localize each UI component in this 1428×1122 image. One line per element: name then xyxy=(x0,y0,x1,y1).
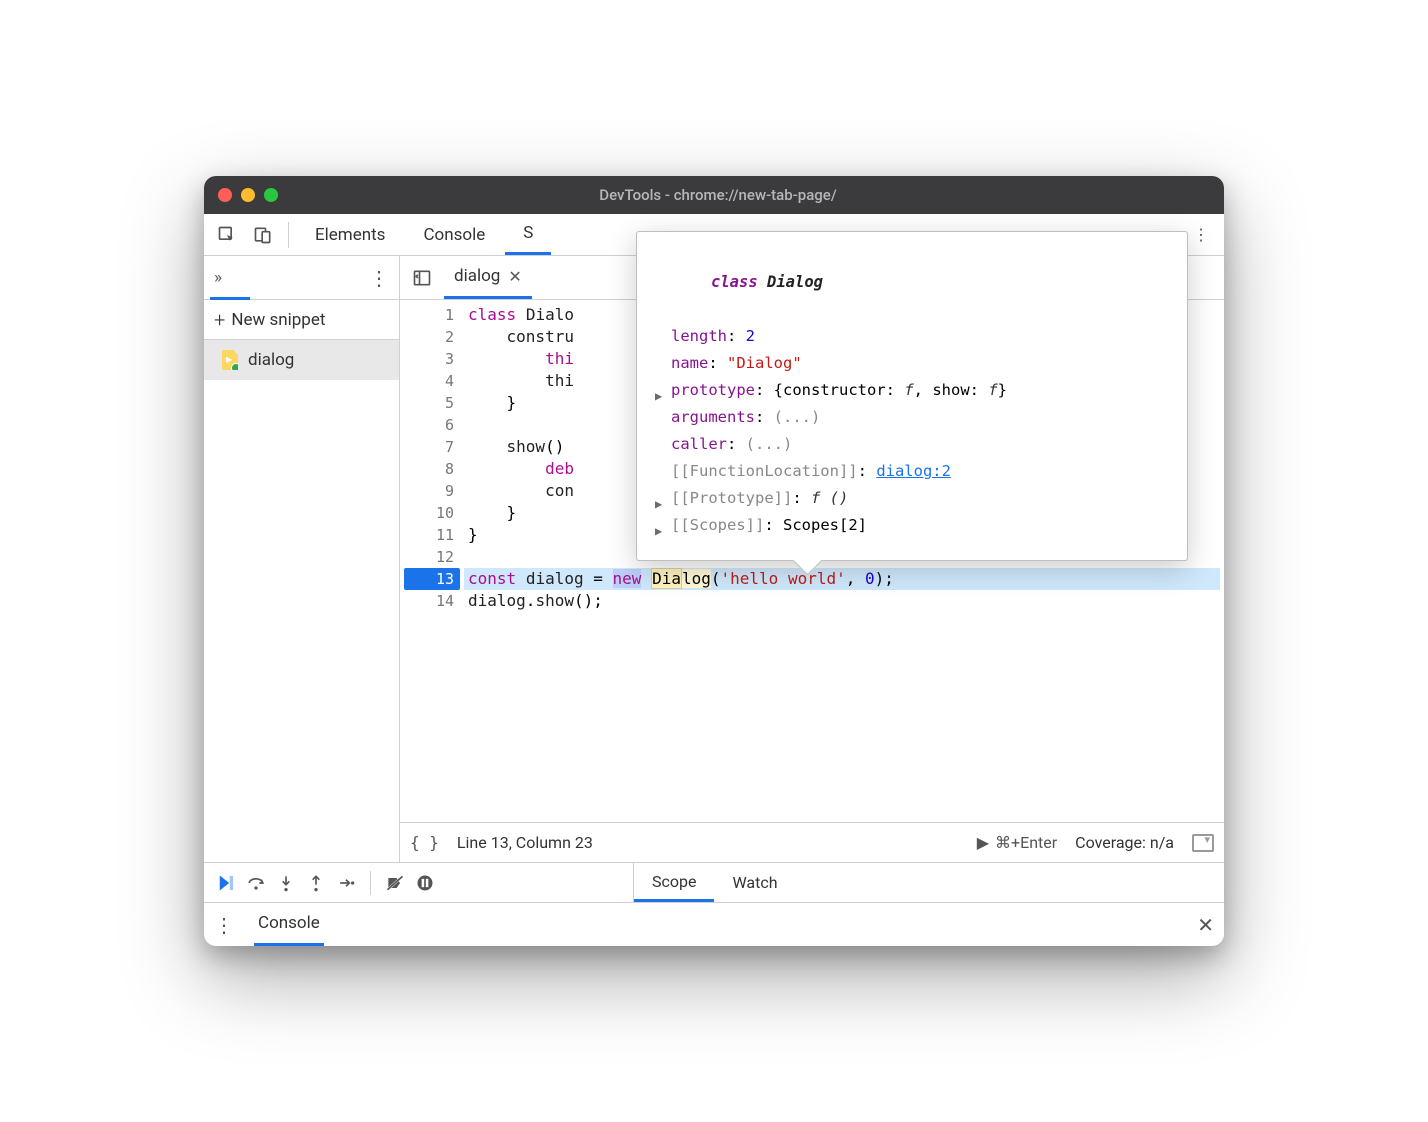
line-number[interactable]: 3 xyxy=(404,348,454,370)
tab-console[interactable]: Console xyxy=(405,214,503,255)
line-number[interactable]: 14 xyxy=(404,590,454,612)
popover-property[interactable]: ▶[[Scopes]]: Scopes[2] xyxy=(651,512,1181,539)
play-icon: ▶ xyxy=(977,833,989,852)
line-number[interactable]: 1 xyxy=(404,304,454,326)
debugger-row: Scope Watch xyxy=(204,862,1224,902)
tab-watch[interactable]: Watch xyxy=(714,863,795,902)
step-over-button[interactable] xyxy=(246,873,266,893)
divider xyxy=(288,222,289,248)
snippets-sidebar: » ⋮ + New snippet dialog xyxy=(204,256,400,862)
close-tab-icon[interactable]: ✕ xyxy=(508,267,521,286)
line-number[interactable]: 8 xyxy=(404,458,454,480)
editor-tab-label: dialog xyxy=(454,266,500,286)
titlebar: DevTools - chrome://new-tab-page/ xyxy=(204,176,1224,214)
close-drawer-icon[interactable]: ✕ xyxy=(1197,913,1214,937)
devtools-window: DevTools - chrome://new-tab-page/ Elemen… xyxy=(204,176,1224,946)
traffic-lights xyxy=(218,188,278,202)
sidebar-overflow-icon[interactable]: » xyxy=(214,268,361,288)
tab-sources[interactable]: S xyxy=(505,214,551,255)
snippet-name: dialog xyxy=(248,350,294,370)
code-line[interactable]: dialog.show(); xyxy=(468,590,1220,612)
editor-tab-dialog[interactable]: dialog ✕ xyxy=(444,256,532,299)
snippet-item[interactable]: dialog xyxy=(204,340,399,380)
deactivate-breakpoints-button[interactable] xyxy=(385,873,405,893)
snippet-file-icon xyxy=(222,350,238,370)
step-into-button[interactable] xyxy=(276,873,296,893)
line-number[interactable]: 2 xyxy=(404,326,454,348)
line-number[interactable]: 4 xyxy=(404,370,454,392)
line-number[interactable]: 5 xyxy=(404,392,454,414)
line-number[interactable]: 13 xyxy=(404,568,460,590)
sidebar-tabs: » ⋮ xyxy=(204,256,399,300)
line-number[interactable]: 12 xyxy=(404,546,454,568)
divider xyxy=(370,871,371,895)
sidebar-kebab-icon[interactable]: ⋮ xyxy=(369,266,389,290)
code-line[interactable]: const dialog = new Dialog('hello world',… xyxy=(464,568,1220,590)
line-number[interactable]: 11 xyxy=(404,524,454,546)
line-number[interactable]: 10 xyxy=(404,502,454,524)
resume-button[interactable] xyxy=(216,873,236,893)
new-snippet-button[interactable]: + New snippet xyxy=(204,300,399,340)
drawer-kebab-icon[interactable]: ⋮ xyxy=(214,913,234,937)
popover-property[interactable]: ▶[[Prototype]]: f () xyxy=(651,485,1181,512)
line-number[interactable]: 9 xyxy=(404,480,454,502)
pretty-print-button[interactable]: { } xyxy=(410,833,439,852)
step-button[interactable] xyxy=(336,873,356,893)
line-number[interactable]: 6 xyxy=(404,414,454,436)
line-number[interactable]: 7 xyxy=(404,436,454,458)
object-preview-popover: class Dialog length: 2name: "Dialog"▶pro… xyxy=(636,231,1188,561)
popover-property[interactable]: [[FunctionLocation]]: dialog:2 xyxy=(651,458,1181,485)
popover-property[interactable]: name: "Dialog" xyxy=(651,350,1181,377)
toggle-element-inspector-icon[interactable] xyxy=(210,218,244,252)
run-snippet-button[interactable]: ▶ ⌘+Enter xyxy=(977,833,1057,852)
source-link[interactable]: dialog:2 xyxy=(876,462,951,480)
step-out-button[interactable] xyxy=(306,873,326,893)
navigator-toggle-icon[interactable] xyxy=(406,262,438,294)
coverage-label: Coverage: n/a xyxy=(1075,833,1174,852)
drawer-tab-console[interactable]: Console xyxy=(254,903,324,946)
minimize-window-button[interactable] xyxy=(241,188,255,202)
toggle-device-toolbar-icon[interactable] xyxy=(246,218,280,252)
zoom-window-button[interactable] xyxy=(264,188,278,202)
popover-property[interactable]: length: 2 xyxy=(651,323,1181,350)
close-window-button[interactable] xyxy=(218,188,232,202)
pause-on-exceptions-button[interactable] xyxy=(415,873,435,893)
editor-options-icon[interactable] xyxy=(1192,834,1214,852)
run-shortcut: ⌘+Enter xyxy=(995,833,1057,852)
popover-property[interactable]: ▶prototype: {constructor: f, show: f} xyxy=(651,377,1181,404)
line-gutter: 1234567891011121314 xyxy=(400,300,464,822)
expand-triangle-icon[interactable]: ▶ xyxy=(655,518,662,545)
debug-panel-tabs: Scope Watch xyxy=(634,863,796,902)
popover-property[interactable]: caller: (...) xyxy=(651,431,1181,458)
popover-header: class Dialog xyxy=(651,242,1181,323)
more-tabs-kebab-icon[interactable]: ⋮ xyxy=(1184,218,1218,252)
new-snippet-label: New snippet xyxy=(231,310,325,330)
editor-footer: { } Line 13, Column 23 ▶ ⌘+Enter Coverag… xyxy=(400,822,1224,862)
console-drawer: ⋮ Console ✕ xyxy=(204,902,1224,946)
window-title: DevTools - chrome://new-tab-page/ xyxy=(278,186,1158,204)
debugger-controls xyxy=(204,863,634,902)
tab-scope[interactable]: Scope xyxy=(634,863,714,902)
plus-icon: + xyxy=(214,308,225,332)
tab-elements[interactable]: Elements xyxy=(297,214,403,255)
cursor-position: Line 13, Column 23 xyxy=(457,833,959,852)
popover-property[interactable]: arguments: (...) xyxy=(651,404,1181,431)
